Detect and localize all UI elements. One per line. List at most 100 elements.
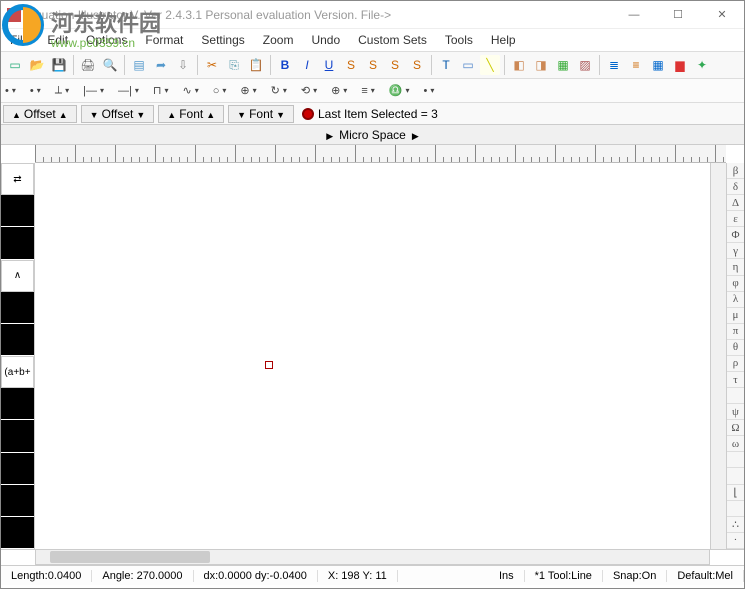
print-icon[interactable]: 🖨 <box>78 55 98 75</box>
menu-help[interactable]: Help <box>482 33 525 47</box>
drop-l[interactable]: ⊕▾ <box>331 84 347 97</box>
drop-j[interactable]: ↻▾ <box>271 84 287 97</box>
text-tool-icon[interactable]: T <box>436 55 456 75</box>
drop-o[interactable]: •▾ <box>423 85 434 97</box>
underline-icon[interactable]: U <box>319 55 339 75</box>
drop-c[interactable]: ⟂▾ <box>55 84 69 97</box>
grid-icon[interactable]: ▦ <box>648 55 668 75</box>
drop-m[interactable]: ≡▾ <box>361 85 374 97</box>
greek-12[interactable]: ρ <box>727 356 744 372</box>
greek-6[interactable]: η <box>727 259 744 275</box>
line-tool-icon[interactable]: ╲ <box>480 55 500 75</box>
greek-14[interactable] <box>727 388 744 404</box>
group-icon[interactable]: ▦ <box>553 55 573 75</box>
import-icon[interactable]: ⇩ <box>173 55 193 75</box>
lp-arrows[interactable]: ⇄ <box>1 163 34 195</box>
cut-icon[interactable]: ✂ <box>202 55 222 75</box>
menu-settings[interactable]: Settings <box>192 33 253 47</box>
greek-8[interactable]: λ <box>727 292 744 308</box>
greek-0[interactable]: β <box>727 163 744 179</box>
lp-1[interactable] <box>1 195 34 227</box>
shape1-icon[interactable]: ◧ <box>509 55 529 75</box>
style-s1-icon[interactable]: S <box>341 55 361 75</box>
lp-7[interactable] <box>1 453 34 485</box>
minimize-button[interactable]: — <box>612 1 656 29</box>
greek-21[interactable] <box>727 501 744 517</box>
ungroup-icon[interactable]: ▨ <box>575 55 595 75</box>
greek-17[interactable]: ω <box>727 436 744 452</box>
lp-3[interactable] <box>1 292 34 324</box>
drop-n[interactable]: ♎▾ <box>389 84 410 97</box>
lp-9[interactable] <box>1 517 34 549</box>
micro-space-bar[interactable]: Micro Space <box>1 125 744 145</box>
greek-15[interactable]: ψ <box>727 404 744 420</box>
align2-icon[interactable]: ≡ <box>626 55 646 75</box>
drop-k[interactable]: ⟲▾ <box>301 84 317 97</box>
menu-undo[interactable]: Undo <box>302 33 349 47</box>
scroll-thumb[interactable] <box>50 551 210 563</box>
scrollbar-horizontal[interactable] <box>35 549 710 565</box>
lp-2[interactable] <box>1 227 34 259</box>
greek-22[interactable]: ∴ <box>727 517 744 533</box>
scrollbar-vertical[interactable] <box>710 163 726 549</box>
color-icon[interactable]: ▆ <box>670 55 690 75</box>
greek-5[interactable]: γ <box>727 243 744 259</box>
lp-lambda[interactable]: ∧ <box>1 260 34 292</box>
drop-e[interactable]: —|▾ <box>118 85 139 97</box>
greek-18[interactable] <box>727 452 744 468</box>
style-s3-icon[interactable]: S <box>385 55 405 75</box>
font-up-button[interactable]: Font <box>158 105 224 123</box>
menu-format[interactable]: Format <box>136 33 192 47</box>
menu-edit[interactable]: Edit <box>38 33 77 47</box>
lp-expr[interactable]: (a+b+ <box>1 356 34 388</box>
drop-i[interactable]: ⊕▾ <box>240 84 256 97</box>
palette-icon[interactable]: ✦ <box>692 55 712 75</box>
drop-g[interactable]: ∿▾ <box>182 84 198 97</box>
maximize-button[interactable]: ☐ <box>656 1 700 29</box>
style-s4-icon[interactable]: S <box>407 55 427 75</box>
copy-icon[interactable]: ⎘ <box>224 55 244 75</box>
menu-custom-sets[interactable]: Custom Sets <box>349 33 436 47</box>
drop-h[interactable]: ○▾ <box>213 85 227 97</box>
greek-7[interactable]: φ <box>727 276 744 292</box>
export-icon[interactable]: ➦ <box>151 55 171 75</box>
greek-19[interactable] <box>727 468 744 484</box>
lp-8[interactable] <box>1 485 34 517</box>
drop-d[interactable]: |—▾ <box>83 85 104 97</box>
shape2-icon[interactable]: ◨ <box>531 55 551 75</box>
greek-1[interactable]: δ <box>727 179 744 195</box>
drop-a[interactable]: •▾ <box>5 85 16 97</box>
menu-zoom[interactable]: Zoom <box>254 33 303 47</box>
preview-icon[interactable]: 🔍 <box>100 55 120 75</box>
menu-tools[interactable]: Tools <box>436 33 482 47</box>
greek-16[interactable]: Ω <box>727 420 744 436</box>
greek-10[interactable]: π <box>727 324 744 340</box>
drop-f[interactable]: ⊓▾ <box>153 84 169 97</box>
menu-file[interactable]: File <box>1 33 38 47</box>
align1-icon[interactable]: ≣ <box>604 55 624 75</box>
bold-icon[interactable]: B <box>275 55 295 75</box>
doc-icon[interactable]: ▤ <box>129 55 149 75</box>
new-icon[interactable]: ▭ <box>5 55 25 75</box>
greek-3[interactable]: ε <box>727 211 744 227</box>
lp-5[interactable] <box>1 388 34 420</box>
style-s2-icon[interactable]: S <box>363 55 383 75</box>
open-icon[interactable]: 📂 <box>27 55 47 75</box>
greek-13[interactable]: τ <box>727 372 744 388</box>
save-icon[interactable]: 💾 <box>49 55 69 75</box>
greek-11[interactable]: θ <box>727 340 744 356</box>
font-down-button[interactable]: Font <box>228 105 294 123</box>
italic-icon[interactable]: I <box>297 55 317 75</box>
greek-9[interactable]: μ <box>727 308 744 324</box>
greek-20[interactable]: ⌊ <box>727 485 744 501</box>
canvas[interactable] <box>35 163 710 549</box>
greek-2[interactable]: Δ <box>727 195 744 211</box>
offset-down-button[interactable]: Offset <box>81 105 155 123</box>
greek-4[interactable]: Φ <box>727 227 744 243</box>
select-icon[interactable]: ▭ <box>458 55 478 75</box>
lp-6[interactable] <box>1 420 34 452</box>
menu-options[interactable]: Options <box>77 33 136 47</box>
offset-up-button[interactable]: Offset <box>3 105 77 123</box>
greek-23[interactable]: · <box>727 533 744 549</box>
close-button[interactable]: ✕ <box>700 1 744 29</box>
